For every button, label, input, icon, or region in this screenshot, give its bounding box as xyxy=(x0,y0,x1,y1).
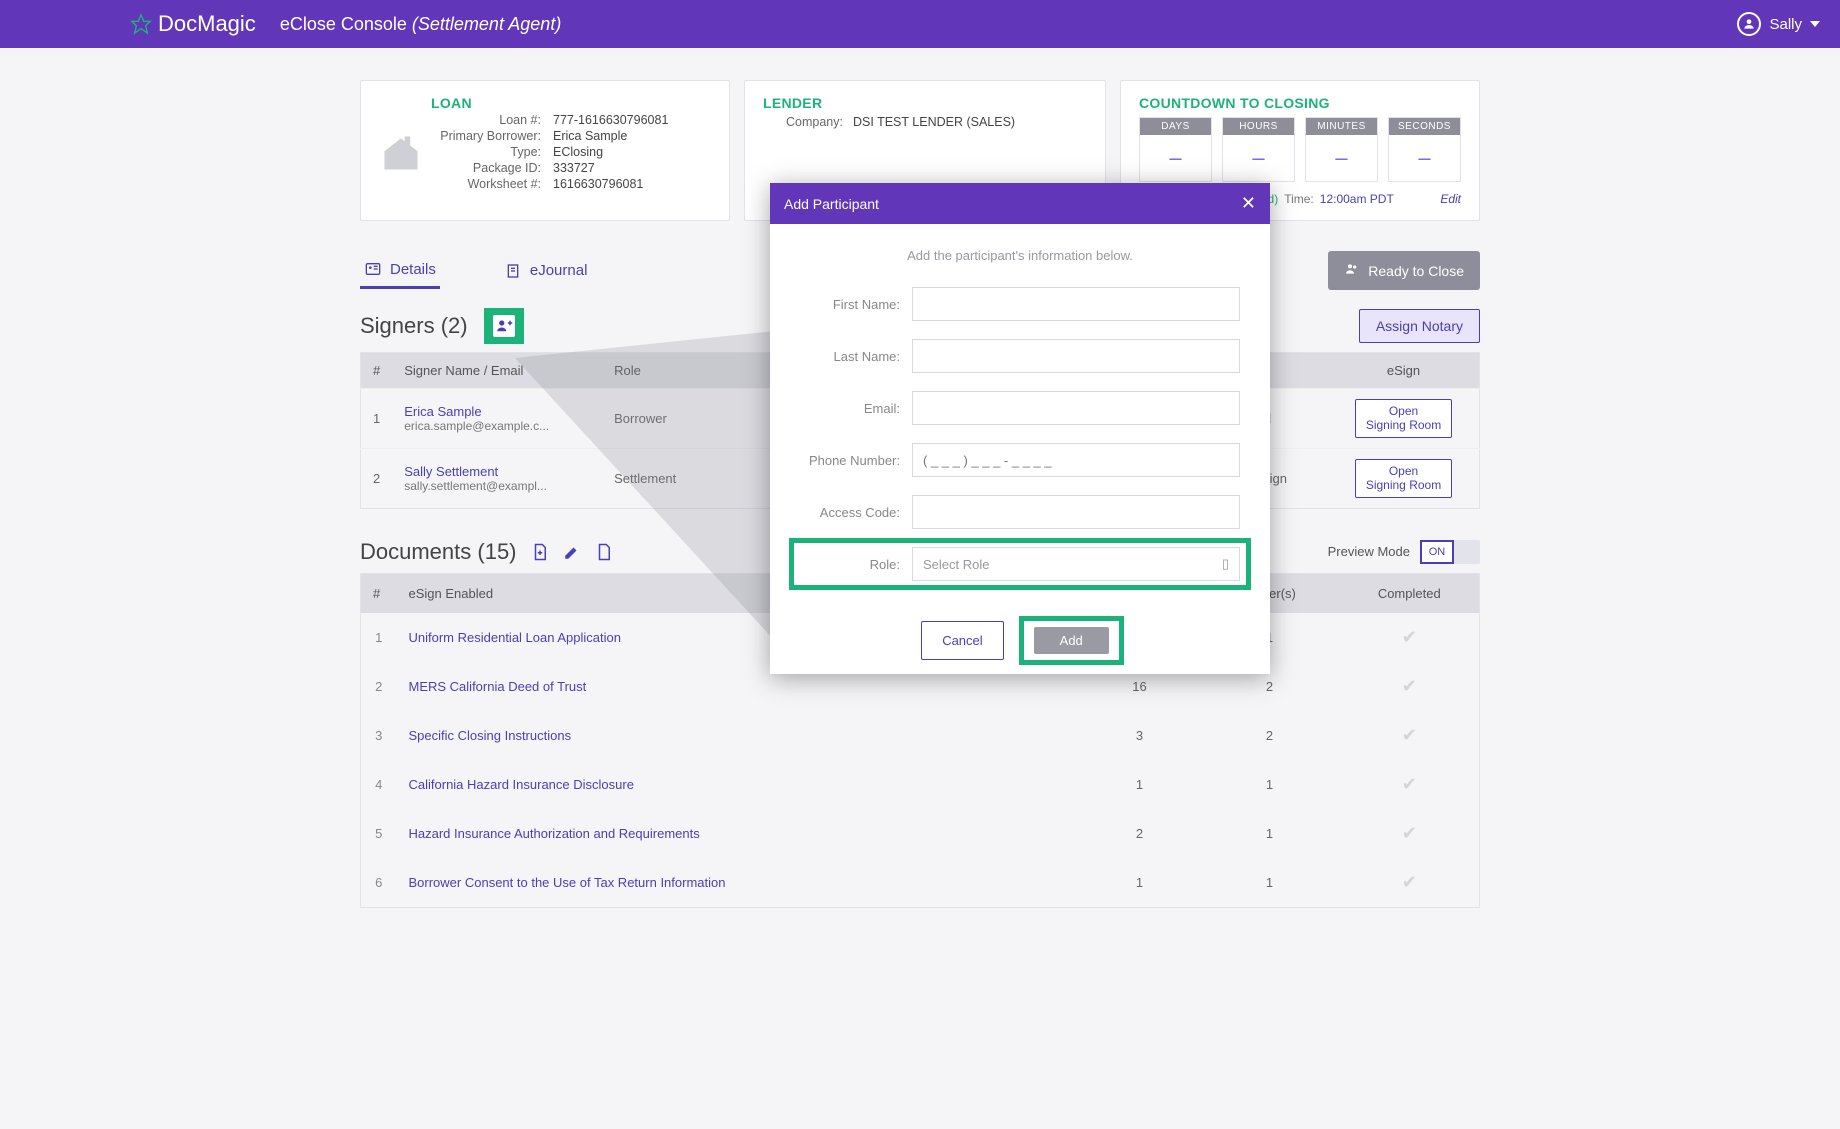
check-icon: ✔ xyxy=(1402,774,1417,794)
signer-name: Sally Settlement xyxy=(404,464,590,479)
modal-hint: Add the participant's information below. xyxy=(800,248,1240,263)
house-icon xyxy=(379,131,423,175)
avatar-icon xyxy=(1737,12,1761,36)
edit-document-icon[interactable] xyxy=(563,542,581,562)
signer-email: erica.sample@example.c... xyxy=(404,419,590,433)
phone-input[interactable] xyxy=(912,443,1240,477)
document-signers: 1 xyxy=(1200,858,1340,908)
access-code-input[interactable] xyxy=(912,495,1240,529)
document-name[interactable]: Specific Closing Instructions xyxy=(397,711,1080,760)
document-count: 2 xyxy=(1080,809,1200,858)
close-icon[interactable]: ✕ xyxy=(1241,193,1256,214)
countdown-hours: HOURS– xyxy=(1222,117,1295,182)
last-name-input[interactable] xyxy=(912,339,1240,373)
document-row: 4 California Hazard Insurance Disclosure… xyxy=(361,760,1480,809)
lender-title: LENDER xyxy=(763,95,1087,111)
modal-header: Add Participant ✕ xyxy=(770,183,1270,224)
modal-title: Add Participant xyxy=(784,196,879,212)
caret-down-icon xyxy=(1810,21,1820,27)
document-count: 3 xyxy=(1080,711,1200,760)
worksheet-num: 1616630796081 xyxy=(553,177,711,191)
first-name-input[interactable] xyxy=(912,287,1240,321)
document-signers: 1 xyxy=(1200,760,1340,809)
check-icon: ✔ xyxy=(1402,725,1417,745)
closing-time: 12:00am PDT xyxy=(1320,192,1394,206)
countdown-title: COUNTDOWN TO CLOSING xyxy=(1139,95,1461,111)
signer-role: Borrower xyxy=(602,389,709,449)
details-icon xyxy=(364,261,382,277)
assign-notary-button[interactable]: Assign Notary xyxy=(1359,309,1480,343)
preview-toggle[interactable]: ON xyxy=(1420,540,1480,564)
countdown-minutes: MINUTES– xyxy=(1305,117,1378,182)
person-plus-icon xyxy=(493,315,515,337)
document-name[interactable]: Borrower Consent to the Use of Tax Retur… xyxy=(397,858,1080,908)
loan-type: EClosing xyxy=(553,145,711,159)
user-menu[interactable]: Sally xyxy=(1737,12,1820,36)
check-icon: ✔ xyxy=(1402,627,1417,647)
console-label: eClose Console (Settlement Agent) xyxy=(280,14,562,35)
signer-role: Settlement xyxy=(602,448,709,508)
check-icon: ✔ xyxy=(1402,872,1417,892)
lender-company: DSI TEST LENDER (SALES) xyxy=(853,115,1087,129)
add-signer-button[interactable] xyxy=(484,308,524,344)
open-signing-room-button[interactable]: Open Signing Room xyxy=(1355,399,1452,438)
cancel-button[interactable]: Cancel xyxy=(921,621,1003,660)
document-count: 1 xyxy=(1080,760,1200,809)
signer-name: Erica Sample xyxy=(404,404,590,419)
documents-heading: Documents (15) xyxy=(360,539,517,565)
document-row: 3 Specific Closing Instructions 3 2 ✔ xyxy=(361,711,1480,760)
check-icon: ✔ xyxy=(1402,676,1417,696)
tab-ejournal[interactable]: eJournal xyxy=(500,254,592,287)
preview-mode-label: Preview Mode xyxy=(1328,544,1410,559)
edit-closing-link[interactable]: Edit xyxy=(1440,192,1461,206)
document-signers: 2 xyxy=(1200,711,1340,760)
ejournal-icon xyxy=(504,263,522,279)
document-row: 6 Borrower Consent to the Use of Tax Ret… xyxy=(361,858,1480,908)
add-document-icon[interactable] xyxy=(531,542,549,562)
document-signers: 1 xyxy=(1200,809,1340,858)
document-name[interactable]: California Hazard Insurance Disclosure xyxy=(397,760,1080,809)
open-signing-room-button[interactable]: Open Signing Room xyxy=(1355,459,1452,498)
group-icon xyxy=(1344,261,1360,280)
email-input[interactable] xyxy=(912,391,1240,425)
top-bar: DocMagic eClose Console (Settlement Agen… xyxy=(0,0,1840,48)
add-button[interactable]: Add xyxy=(1034,627,1109,654)
loan-title: LOAN xyxy=(431,95,472,111)
loan-number: 777-1616630796081 xyxy=(553,113,711,127)
countdown-days: DAYS– xyxy=(1139,117,1212,182)
loan-card: LOAN Loan #:777-1616630796081 Primary Bo… xyxy=(360,80,730,221)
brand-name: DocMagic xyxy=(158,11,256,37)
package-id: 333727 xyxy=(553,161,711,175)
check-icon: ✔ xyxy=(1402,823,1417,843)
brand-logo: DocMagic xyxy=(130,11,256,37)
signer-email: sally.settlement@exampl... xyxy=(404,479,590,493)
pdf-icon[interactable] xyxy=(595,542,613,562)
document-count: 1 xyxy=(1080,858,1200,908)
document-name[interactable]: Hazard Insurance Authorization and Requi… xyxy=(397,809,1080,858)
user-name: Sally xyxy=(1769,16,1802,33)
add-participant-modal: Add Participant ✕ Add the participant's … xyxy=(770,183,1270,674)
document-row: 5 Hazard Insurance Authorization and Req… xyxy=(361,809,1480,858)
tab-details[interactable]: Details xyxy=(360,253,440,289)
role-select[interactable]: Select Role ▯ xyxy=(912,547,1240,581)
dropdown-icon: ▯ xyxy=(1222,556,1229,572)
ready-to-close-button[interactable]: Ready to Close xyxy=(1328,251,1480,290)
star-icon xyxy=(130,13,152,35)
primary-borrower: Erica Sample xyxy=(553,129,711,143)
countdown-seconds: SECONDS– xyxy=(1388,117,1461,182)
signers-heading: Signers (2) xyxy=(360,313,468,339)
